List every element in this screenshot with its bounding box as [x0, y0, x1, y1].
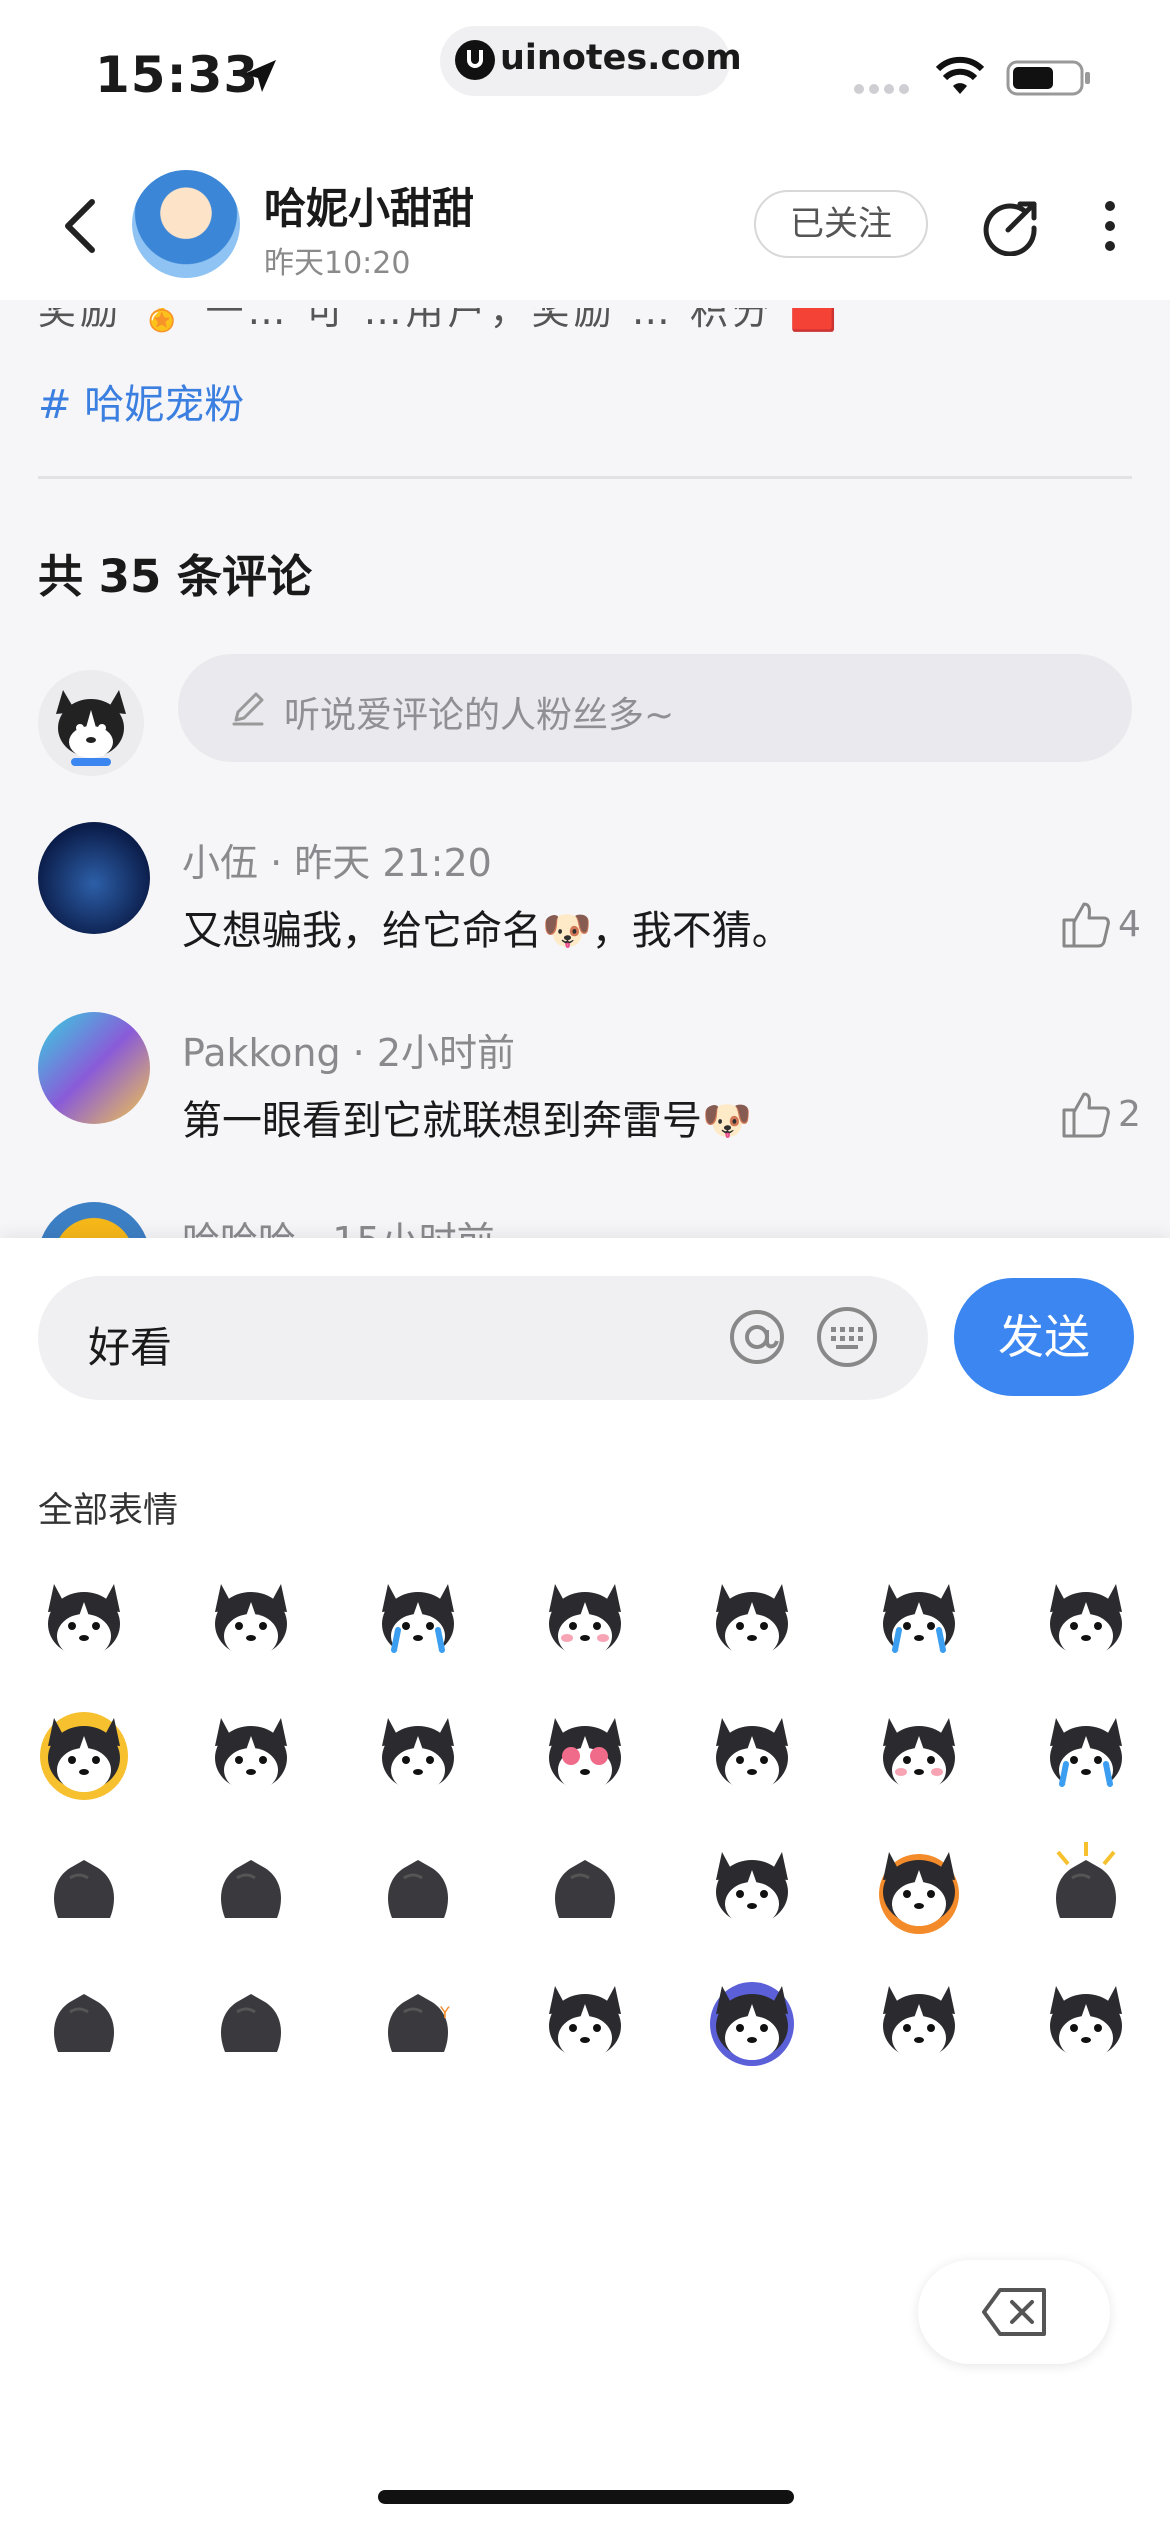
- status-url: uinotes.com: [500, 38, 742, 78]
- like-count: 4: [1118, 904, 1141, 945]
- husky-long-hair-icon[interactable]: [704, 1570, 800, 1666]
- site-logo-icon: [455, 40, 495, 80]
- battery-icon: [1006, 60, 1090, 96]
- handshake-icon[interactable]: [36, 1972, 132, 2068]
- back-chevron-icon[interactable]: [52, 196, 112, 256]
- husky-facepalm-cry-icon[interactable]: [871, 1570, 967, 1666]
- share-icon[interactable]: [982, 196, 1042, 256]
- post-time: 昨天10:20: [264, 246, 411, 281]
- pray-hands-icon[interactable]: [1038, 1838, 1134, 1934]
- husky-tearful-icon[interactable]: [704, 1838, 800, 1934]
- fist-bump-icon[interactable]: [203, 1972, 299, 2068]
- victory-yeah-icon[interactable]: Y: [370, 1972, 466, 2068]
- at-mention-icon[interactable]: [728, 1308, 786, 1366]
- husky-speechless-icon[interactable]: [871, 1972, 967, 2068]
- husky-awkward-icon[interactable]: [537, 1570, 633, 1666]
- husky-sweat-icon[interactable]: [704, 1704, 800, 1800]
- wifi-icon: [935, 56, 985, 94]
- home-indicator: [378, 2490, 794, 2504]
- svg-text:Y: Y: [439, 2003, 450, 2022]
- status-time: 15:33: [95, 46, 260, 104]
- comment-input-placeholder: 听说爱评论的人粉丝多~: [284, 695, 675, 736]
- send-button[interactable]: 发送: [954, 1278, 1134, 1396]
- husky-heart-eyes-icon[interactable]: [537, 1704, 633, 1800]
- husky-grin-icon[interactable]: [203, 1704, 299, 1800]
- like-count: 2: [1118, 1094, 1141, 1135]
- backspace-icon[interactable]: [980, 2286, 1050, 2338]
- thumbs-up-icon[interactable]: [203, 1838, 299, 1934]
- clap-hands-icon[interactable]: [36, 1838, 132, 1934]
- thumbs-down-icon[interactable]: [370, 1838, 466, 1934]
- author-name[interactable]: 哈妮小甜甜: [264, 175, 474, 236]
- reply-input-value[interactable]: 好看: [88, 1314, 172, 1375]
- husky-question-icon[interactable]: [1038, 1972, 1134, 2068]
- emoji-section-heading: 全部表情: [38, 1491, 179, 1531]
- ok-hand-icon[interactable]: [537, 1838, 633, 1934]
- husky-yawn-icon[interactable]: [537, 1972, 633, 2068]
- location-arrow-icon: [244, 60, 276, 92]
- commenter-avatar[interactable]: [38, 1012, 150, 1124]
- husky-avatar-icon: [56, 690, 126, 766]
- follow-button[interactable]: 已关注: [754, 190, 928, 258]
- thumbs-up-like-icon[interactable]: [1060, 1088, 1112, 1140]
- husky-sleep-moon-icon[interactable]: [704, 1972, 800, 2068]
- cellular-signal-icon: [854, 84, 909, 94]
- divider: [38, 476, 1132, 479]
- comment-text: 第一眼看到它就联想到奔雷号🐶: [182, 1098, 752, 1144]
- post-hashtag[interactable]: # 哈妮宠粉: [38, 372, 244, 430]
- husky-wink-icon[interactable]: [36, 1570, 132, 1666]
- husky-smirk-icon[interactable]: [370, 1704, 466, 1800]
- husky-blush-icon[interactable]: [871, 1704, 967, 1800]
- thumbs-up-like-icon[interactable]: [1060, 898, 1112, 950]
- commenter-name-time: 小伍 · 昨天 21:20: [182, 841, 492, 885]
- author-avatar[interactable]: [132, 170, 240, 278]
- pencil-icon: [232, 692, 264, 726]
- comment-count-title: 共 35 条评论: [38, 550, 312, 603]
- my-avatar: [38, 670, 144, 776]
- husky-sun-icon[interactable]: [36, 1704, 132, 1800]
- husky-angry-fire-icon[interactable]: [871, 1838, 967, 1934]
- more-options-icon[interactable]: [1100, 196, 1120, 256]
- husky-dizzy-icon[interactable]: [1038, 1570, 1134, 1666]
- husky-crying-icon[interactable]: [1038, 1704, 1134, 1800]
- keyboard-icon[interactable]: [816, 1306, 878, 1368]
- husky-laugh-tears-icon[interactable]: [370, 1570, 466, 1666]
- commenter-name-time: Pakkong · 2小时前: [182, 1031, 516, 1075]
- comment-text: 又想骗我，给它命名🐶，我不猜。: [182, 908, 792, 954]
- commenter-avatar[interactable]: [38, 822, 150, 934]
- husky-666-icon[interactable]: [203, 1570, 299, 1666]
